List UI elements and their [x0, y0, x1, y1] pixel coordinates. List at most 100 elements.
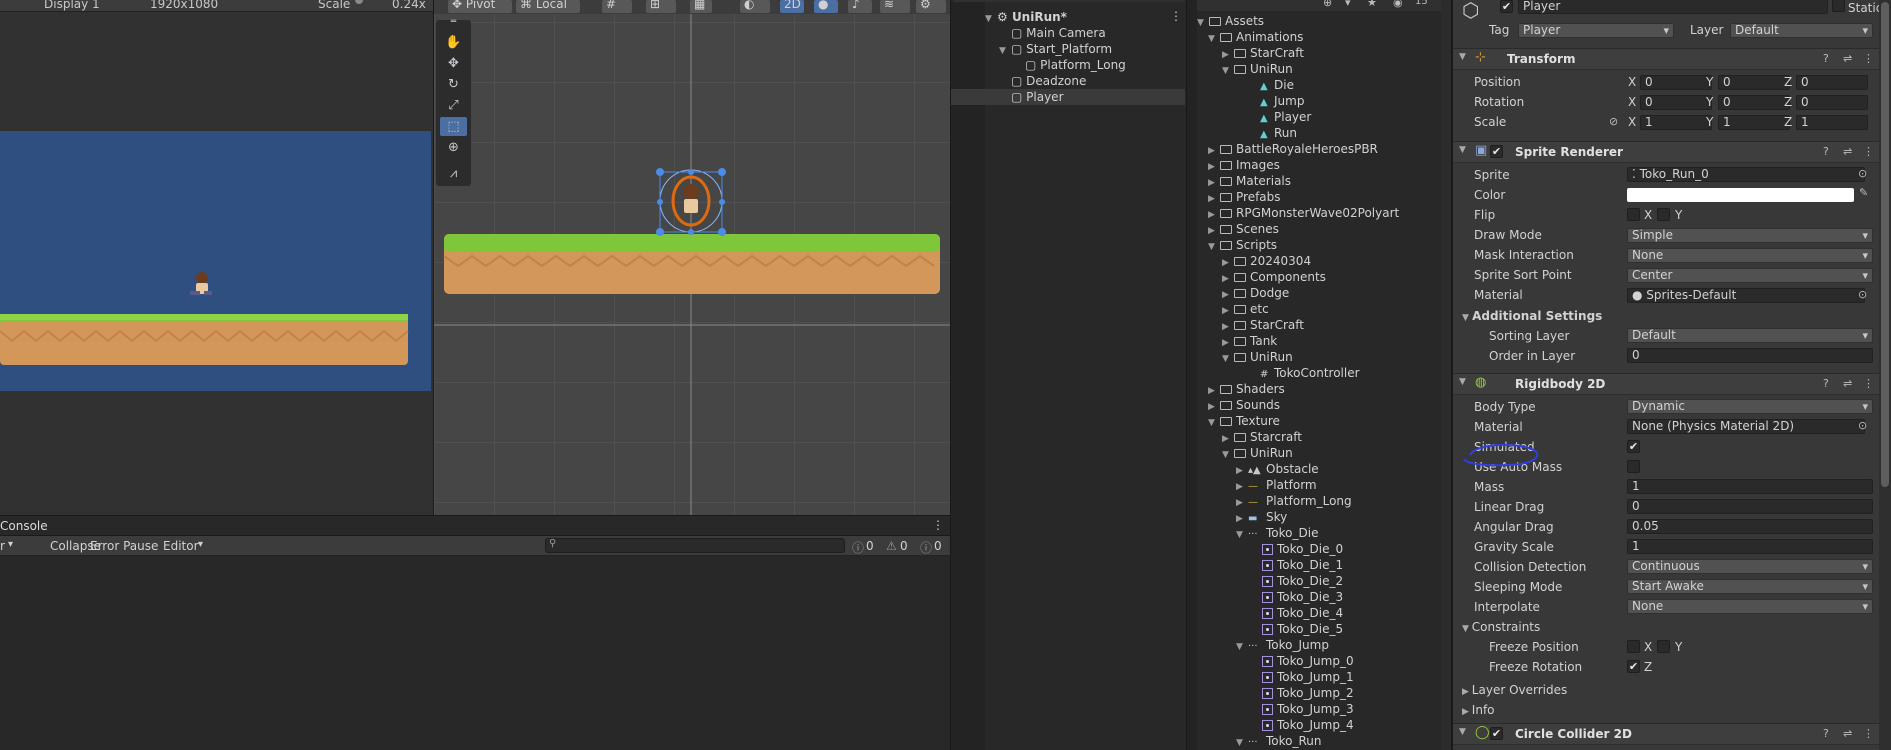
preset-icon[interactable]: ⇌	[1843, 377, 1852, 390]
eyedropper-icon[interactable]: ✎	[1859, 186, 1868, 199]
layer-overrides-foldout[interactable]: ▶ Layer Overrides	[1462, 682, 1567, 698]
info-foldout[interactable]: ▶ Info	[1462, 702, 1495, 718]
project-item[interactable]: ▼ Assets	[1197, 13, 1264, 29]
gravity-scale-field[interactable]: 1	[1627, 539, 1873, 554]
pivot-toggle[interactable]: ✥ Pivot	[448, 0, 512, 13]
project-item[interactable]: ▼ UniRun	[1222, 61, 1293, 77]
project-item[interactable]: ▲ Player	[1248, 109, 1311, 125]
hierarchy-item[interactable]: ▢ Deadzone	[1011, 73, 1086, 89]
expand-icon[interactable]: ▼	[1222, 351, 1234, 367]
project-item[interactable]: ▶ Shaders	[1208, 381, 1285, 397]
editor-dropdown[interactable]: Editor	[163, 539, 199, 553]
draw-mode-dropdown[interactable]: Simple	[1627, 228, 1873, 243]
mask-interaction-dropdown[interactable]: None	[1627, 248, 1873, 263]
project-item[interactable]: ▶ StarCraft	[1222, 317, 1304, 333]
sorting-layer-dropdown[interactable]: Default	[1627, 328, 1873, 343]
project-item[interactable]: ▶ Images	[1208, 157, 1280, 173]
sprite-renderer-header[interactable]: ▼ ▣ ✔ Sprite Renderer ? ⇌ ⋮	[1453, 141, 1879, 163]
expand-icon[interactable]: ▶	[1462, 687, 1472, 697]
expand-icon[interactable]: ▼	[1462, 624, 1472, 634]
material-field[interactable]: None (Physics Material 2D)	[1627, 419, 1865, 434]
preset-icon[interactable]: ⇌	[1843, 727, 1852, 740]
active-checkbox[interactable]: ✔	[1500, 0, 1513, 13]
project-item[interactable]: ▶ StarCraft	[1222, 45, 1304, 61]
flip-x-checkbox[interactable]	[1627, 208, 1640, 221]
project-item[interactable]: ▶ Components	[1222, 269, 1326, 285]
info-icon[interactable]: ⓘ	[852, 539, 864, 556]
project-item[interactable]: ▶ RPGMonsterWave02Polyart	[1208, 205, 1399, 221]
help-icon[interactable]: ?	[1823, 145, 1829, 158]
circle-collider-2d-header[interactable]: ▼ ◯ ✔ Circle Collider 2D ? ⇌ ⋮	[1453, 723, 1879, 745]
project-item[interactable]: ▶ Prefabs	[1208, 189, 1281, 205]
grid-visibility-button[interactable]: ▦	[690, 0, 712, 13]
rotation-y-field[interactable]: 0	[1718, 95, 1790, 110]
object-picker-icon[interactable]: ⊙	[1858, 288, 1867, 301]
freeze-position-x-checkbox[interactable]	[1627, 640, 1640, 653]
sleeping-mode-dropdown[interactable]: Start Awake	[1627, 579, 1873, 594]
help-icon[interactable]: ?	[1823, 377, 1829, 390]
expand-icon[interactable]: ▼	[1459, 52, 1466, 62]
auto-mass-checkbox[interactable]	[1627, 460, 1640, 473]
color-swatch[interactable]	[1627, 188, 1854, 202]
2d-mode-toggle[interactable]: 2D	[780, 0, 804, 13]
static-checkbox[interactable]	[1832, 0, 1845, 12]
simulated-checkbox[interactable]: ✔	[1627, 440, 1640, 453]
project-item[interactable]: ▼ ··· Toko_Jump	[1236, 637, 1329, 653]
angular-drag-field[interactable]: 0.05	[1627, 519, 1873, 534]
order-in-layer-field[interactable]: 0	[1627, 348, 1873, 363]
project-item[interactable]: ▼ ··· Toko_Die	[1236, 525, 1318, 541]
interpolate-dropdown[interactable]: None	[1627, 599, 1873, 614]
hierarchy-scene-root[interactable]: ▼ ⚙ UniRun*	[985, 9, 1067, 25]
project-scrollbar[interactable]	[1441, 0, 1451, 750]
help-icon[interactable]: ?	[1823, 727, 1829, 740]
project-item[interactable]: ▲ Jump	[1248, 93, 1304, 109]
help-icon[interactable]: ?	[1823, 52, 1829, 65]
component-enabled-checkbox[interactable]: ✔	[1490, 145, 1503, 158]
object-picker-icon[interactable]: ⊙	[1858, 419, 1867, 432]
object-picker-icon[interactable]: ⊙	[1858, 167, 1867, 180]
component-enabled-checkbox[interactable]: ✔	[1490, 727, 1503, 740]
scale-x-field[interactable]: 1	[1640, 115, 1712, 130]
project-item[interactable]: Toko_Jump_3	[1250, 701, 1354, 717]
scale-y-field[interactable]: 1	[1718, 115, 1790, 130]
constraints-foldout[interactable]: ▼ Constraints	[1462, 619, 1540, 635]
project-item[interactable]: ▶ — Platform_Long	[1236, 493, 1352, 509]
expand-icon[interactable]: ▼	[1236, 527, 1248, 543]
favorite-icon[interactable]: ★	[1367, 0, 1377, 9]
project-item[interactable]: ▼ Animations	[1208, 29, 1303, 45]
project-item[interactable]: ▶ 20240304	[1222, 253, 1311, 269]
eye-icon[interactable]: ◉	[1393, 0, 1403, 9]
project-item[interactable]: Toko_Jump_1	[1250, 669, 1354, 685]
sprite-field[interactable]: ⁚ Toko_Run_0	[1627, 167, 1865, 182]
warning-icon[interactable]: ⚠	[886, 539, 897, 553]
console-search-input[interactable]: ⚲	[545, 538, 845, 553]
hierarchy-item[interactable]: ▼ ▢ Start_Platform	[999, 41, 1112, 57]
project-item[interactable]: ▼ Texture	[1208, 413, 1280, 429]
project-item[interactable]: ▼ UniRun	[1222, 349, 1293, 365]
position-z-field[interactable]: 0	[1796, 75, 1868, 90]
filter-icon[interactable]: ▾	[1345, 0, 1351, 9]
hierarchy-item[interactable]: ▢ Main Camera	[1011, 25, 1106, 41]
audio-toggle[interactable]: ♪	[848, 0, 872, 13]
rotation-x-field[interactable]: 0	[1640, 95, 1712, 110]
expand-icon[interactable]: ▼	[985, 11, 997, 27]
freeze-rotation-z-checkbox[interactable]: ✔	[1627, 660, 1640, 673]
project-item[interactable]: ▶ Sounds	[1208, 397, 1280, 413]
rigidbody-2d-header[interactable]: ▼ ◍ Rigidbody 2D ? ⇌ ⋮	[1453, 373, 1879, 395]
freeze-position-y-checkbox[interactable]	[1657, 640, 1670, 653]
local-toggle[interactable]: ⌘ Local	[516, 0, 580, 13]
lighting-toggle[interactable]: ●	[814, 0, 838, 13]
project-item[interactable]: ▶ Materials	[1208, 173, 1291, 189]
component-menu-icon[interactable]: ⋮	[1863, 377, 1874, 390]
expand-icon[interactable]: ▼	[1236, 639, 1248, 655]
project-item[interactable]: ▶ Starcraft	[1222, 429, 1302, 445]
collision-detection-dropdown[interactable]: Continuous	[1627, 559, 1873, 574]
transform-header[interactable]: ▼ ⊹ Transform ? ⇌ ⋮	[1453, 48, 1879, 70]
expand-icon[interactable]: ▼	[1208, 31, 1220, 47]
position-y-field[interactable]: 0	[1718, 75, 1790, 90]
gizmos-toggle[interactable]: ⚙	[916, 0, 946, 13]
expand-icon[interactable]: ▼	[999, 43, 1011, 59]
project-item[interactable]: ▼ Scripts	[1208, 237, 1277, 253]
tag-dropdown[interactable]: Player	[1518, 23, 1674, 38]
project-item[interactable]: Toko_Die_4	[1250, 605, 1343, 621]
